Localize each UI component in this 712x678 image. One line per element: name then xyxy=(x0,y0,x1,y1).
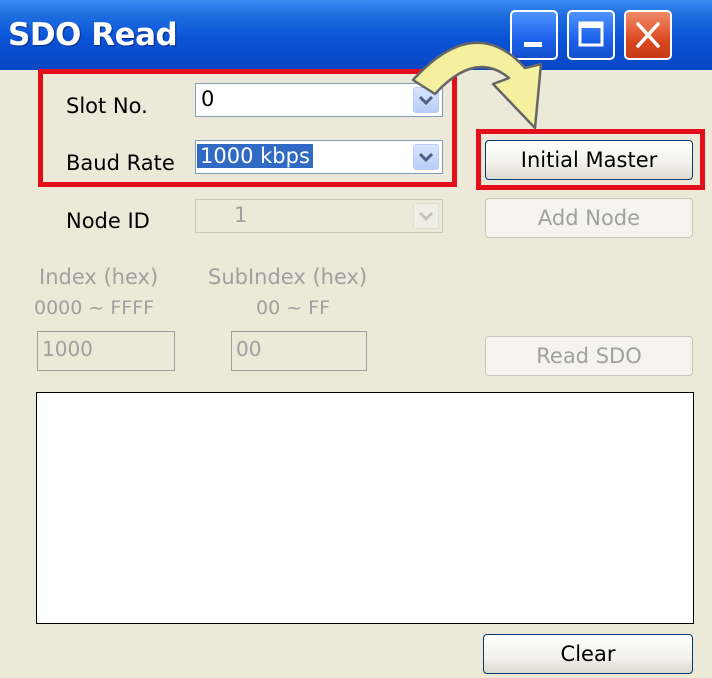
node-id-value: 1 xyxy=(234,203,248,227)
subindex-input[interactable]: 00 xyxy=(231,331,367,371)
subindex-value: 00 xyxy=(236,337,262,361)
subindex-range: 00 ~ FF xyxy=(256,297,331,319)
index-label: Index (hex) xyxy=(39,265,159,289)
index-value: 1000 xyxy=(42,337,93,361)
maximize-icon xyxy=(578,21,604,47)
subindex-label: SubIndex (hex) xyxy=(208,265,368,289)
title-bar[interactable]: SDO Read xyxy=(0,0,712,70)
sdo-read-window: SDO Read Slot No. 0 Baud Rate 1000 kbps xyxy=(0,0,712,678)
node-id-label: Node ID xyxy=(66,209,150,233)
add-node-button[interactable]: Add Node xyxy=(485,198,693,238)
curved-arrow-icon xyxy=(411,41,543,130)
close-icon xyxy=(636,22,660,48)
node-id-combobox[interactable]: 1 xyxy=(195,199,443,233)
index-range: 0000 ~ FFFF xyxy=(34,297,155,319)
index-input[interactable]: 1000 xyxy=(37,331,175,371)
close-button[interactable] xyxy=(624,10,672,60)
read-sdo-button[interactable]: Read SDO xyxy=(485,336,693,376)
chevron-down-icon xyxy=(413,203,439,229)
output-textarea[interactable] xyxy=(36,392,694,624)
clear-button[interactable]: Clear xyxy=(483,634,693,674)
window-title: SDO Read xyxy=(8,17,178,53)
